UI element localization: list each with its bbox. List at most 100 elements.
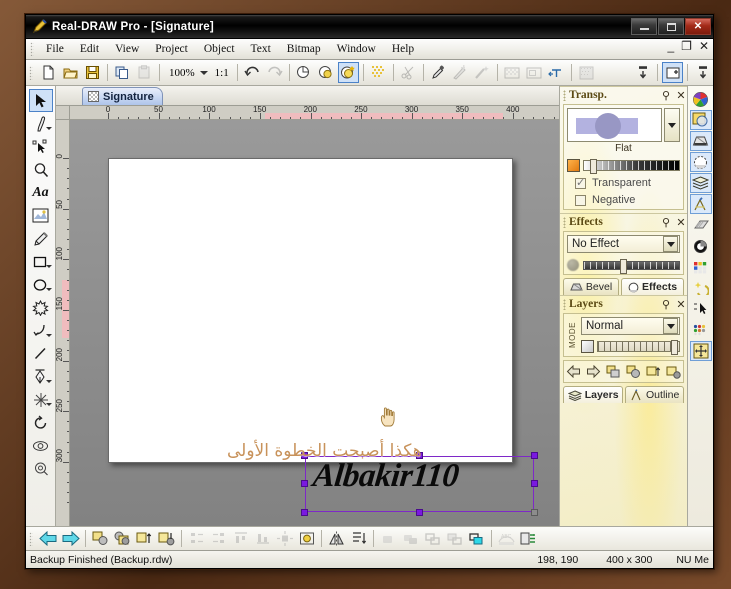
horizontal-ruler[interactable]: 0 50 100 150 200 250 300 350 400	[70, 106, 559, 120]
sparkle-tool[interactable]	[29, 388, 53, 411]
panel-grip[interactable]	[563, 298, 566, 310]
menu-text[interactable]: Text	[243, 41, 279, 57]
transparency-color-swatch[interactable]	[567, 159, 580, 172]
export-icon[interactable]	[518, 528, 539, 549]
raise-layer-icon[interactable]	[646, 364, 661, 379]
opacity-swatch[interactable]	[581, 340, 594, 353]
rectangle-tool[interactable]	[29, 250, 53, 273]
node-edit-tool[interactable]	[29, 135, 53, 158]
ellipse-tool[interactable]	[29, 273, 53, 296]
move-left-icon[interactable]	[566, 364, 581, 379]
star-tool[interactable]	[29, 296, 53, 319]
duplicate-icon[interactable]	[626, 364, 641, 379]
menu-help[interactable]: Help	[384, 41, 422, 57]
menu-project[interactable]: Project	[147, 41, 196, 57]
close-icon[interactable]: ✕	[675, 298, 687, 311]
chevron-down-icon[interactable]	[45, 380, 52, 383]
chevron-down-icon[interactable]	[45, 403, 52, 406]
undo-icon[interactable]	[242, 62, 263, 83]
mirror-horizontal-icon[interactable]	[326, 528, 347, 549]
document-page[interactable]: Albakir110 هكذا أصبحت الخطوة الأولى	[108, 158, 538, 516]
frame-icon[interactable]	[524, 62, 545, 83]
dither-pattern-icon[interactable]	[368, 62, 389, 83]
bottom-toolbar-grip[interactable]	[29, 531, 33, 546]
ruler-corner[interactable]	[56, 106, 70, 120]
color-dots-icon[interactable]	[690, 320, 712, 340]
save-disk-icon[interactable]	[82, 62, 103, 83]
pen-tool[interactable]	[29, 365, 53, 388]
slider-thumb[interactable]	[590, 159, 597, 174]
magic-effects-icon[interactable]	[690, 278, 712, 298]
line-tool[interactable]	[29, 342, 53, 365]
signature-object[interactable]: Albakir110	[301, 452, 538, 516]
eyedropper-icon[interactable]	[428, 62, 449, 83]
align-bottom-icon[interactable]	[692, 62, 713, 83]
transparency-type-dropdown[interactable]	[664, 108, 680, 142]
object-shadow-icon[interactable]	[316, 62, 337, 83]
transparency-grid-icon[interactable]	[502, 62, 523, 83]
pin-icon[interactable]: ⚲	[660, 216, 672, 229]
trim-icon[interactable]	[444, 528, 465, 549]
transparency-preview[interactable]	[567, 108, 662, 142]
arrow-back-icon[interactable]	[38, 528, 59, 549]
chevron-down-icon[interactable]	[199, 70, 208, 75]
blend-mode-select[interactable]: Normal	[581, 317, 680, 335]
layers-icon[interactable]	[689, 173, 712, 193]
move-handles-icon[interactable]	[689, 341, 712, 361]
target-tool[interactable]	[29, 457, 53, 480]
chevron-down-icon[interactable]	[45, 288, 52, 291]
chevron-down-icon[interactable]	[663, 318, 678, 334]
panel-grip[interactable]	[563, 89, 566, 101]
intersect-icon[interactable]	[422, 528, 443, 549]
close-icon[interactable]: ✕	[675, 89, 687, 102]
palette-grid-icon[interactable]	[690, 257, 712, 277]
new-document-icon[interactable]	[38, 62, 59, 83]
light-sphere-icon[interactable]	[690, 236, 712, 256]
merge-icon[interactable]	[466, 528, 487, 549]
menu-file[interactable]: File	[38, 41, 72, 57]
menu-window[interactable]: Window	[329, 41, 384, 57]
forward-one-icon[interactable]	[134, 528, 155, 549]
panel-grip[interactable]	[563, 216, 566, 228]
to-back-icon[interactable]	[112, 528, 133, 549]
handle-bottom-right[interactable]	[531, 509, 538, 516]
align-bottom-icon[interactable]	[252, 528, 273, 549]
outline-icon[interactable]	[689, 194, 712, 214]
handle-top-right[interactable]	[531, 452, 538, 459]
scissors-icon[interactable]	[398, 62, 419, 83]
magic-wand-icon[interactable]	[472, 62, 493, 83]
back-one-icon[interactable]	[156, 528, 177, 549]
move-right-icon[interactable]	[586, 364, 601, 379]
paste-icon[interactable]	[134, 62, 155, 83]
negative-checkbox[interactable]	[575, 194, 586, 206]
group-icon[interactable]	[606, 364, 621, 379]
lens-tool[interactable]	[29, 434, 53, 457]
magic-brush-icon[interactable]	[450, 62, 471, 83]
menu-bitmap[interactable]: Bitmap	[279, 41, 329, 57]
menu-view[interactable]: View	[107, 41, 147, 57]
handle-middle-left[interactable]	[301, 480, 308, 487]
document-tab-signature[interactable]: Signature	[82, 87, 163, 105]
gradient-plane-icon[interactable]	[690, 215, 712, 235]
negative-checkbox-row[interactable]: Negative	[567, 194, 680, 206]
handle-middle-right[interactable]	[531, 480, 538, 487]
tab-outline[interactable]: Outline	[625, 386, 685, 403]
ratio-label[interactable]: 1:1	[211, 67, 233, 79]
menu-edit[interactable]: Edit	[72, 41, 107, 57]
canvas-area[interactable]: Albakir110 هكذا أصبحت الخطوة الأولى	[70, 120, 559, 526]
align-top-icon[interactable]	[230, 528, 251, 549]
minimize-button[interactable]	[631, 18, 657, 35]
close-icon[interactable]: ✕	[675, 216, 687, 229]
close-button[interactable]: ✕	[685, 18, 711, 35]
mdi-restore-button[interactable]: ❐	[681, 40, 692, 52]
zoom-tool[interactable]	[29, 158, 53, 181]
pin-icon[interactable]: ⚲	[660, 298, 672, 311]
vertical-ruler[interactable]: 0 50 100 150 200 250 300	[56, 120, 70, 526]
curve-tool[interactable]	[29, 319, 53, 342]
object-glow-icon[interactable]	[337, 62, 359, 83]
zoom-combo[interactable]: 100%	[166, 67, 208, 79]
arabic-text-object[interactable]: هكذا أصبحت الخطوة الأولى	[227, 441, 422, 461]
transparency-icon[interactable]	[689, 110, 712, 130]
text-wrap-icon[interactable]	[546, 62, 567, 83]
align-left-icon[interactable]	[186, 528, 207, 549]
